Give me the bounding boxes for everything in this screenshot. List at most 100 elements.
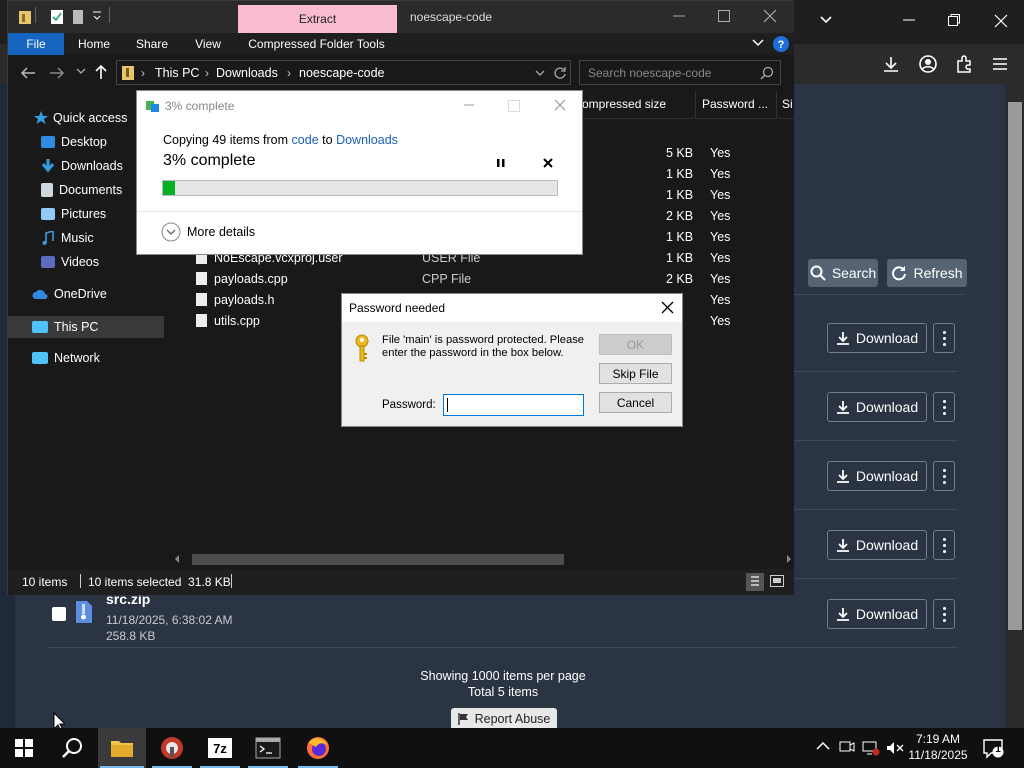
horizontal-scrollbar[interactable] <box>172 551 794 567</box>
table-row[interactable]: payloads.cpp CPP File 2 KB Yes <box>184 269 784 290</box>
close-icon[interactable] <box>554 99 566 111</box>
more-options-button[interactable] <box>933 392 955 422</box>
volume-muted-icon[interactable] <box>886 740 904 756</box>
more-options-button[interactable] <box>933 530 955 560</box>
scroll-right-icon[interactable] <box>786 555 792 563</box>
more-options-button[interactable] <box>933 599 955 629</box>
nav-item-network[interactable]: Network <box>8 348 164 368</box>
extensions-icon[interactable] <box>955 54 975 74</box>
column-compressed-size[interactable]: ompressed size <box>582 97 666 111</box>
notification-icon[interactable]: 1 <box>983 739 1005 759</box>
restore-icon[interactable] <box>948 14 960 26</box>
forward-arrow-icon[interactable] <box>49 66 65 80</box>
skip-file-button[interactable]: Skip File <box>599 363 672 384</box>
expand-ribbon-icon[interactable] <box>752 38 764 48</box>
password-input[interactable] <box>443 394 584 416</box>
tab-view[interactable]: View <box>184 33 232 55</box>
destination-link[interactable]: Downloads <box>336 133 398 147</box>
cancel-copy-icon[interactable] <box>542 157 554 169</box>
breadcrumb-this-pc[interactable]: This PC <box>155 66 199 80</box>
breadcrumb-downloads[interactable]: Downloads <box>216 66 278 80</box>
text-cursor <box>447 398 448 412</box>
tab-share[interactable]: Share <box>128 33 176 55</box>
expand-chevron-icon <box>161 222 181 242</box>
password-message: File 'main' is password protected. Pleas… <box>382 334 585 359</box>
dialog-title: 3% complete <box>165 99 235 113</box>
back-arrow-icon[interactable] <box>20 66 36 80</box>
taskbar-app-winrar[interactable] <box>148 728 196 768</box>
tab-file[interactable]: File <box>8 33 64 55</box>
pause-icon[interactable] <box>496 157 506 169</box>
search-taskbar-button[interactable] <box>48 728 96 768</box>
menu-icon[interactable] <box>991 56 1009 72</box>
nav-item-videos[interactable]: Videos <box>8 252 164 272</box>
cancel-button[interactable]: Cancel <box>599 392 672 413</box>
download-icon <box>836 539 849 552</box>
chevron-down-icon[interactable] <box>818 12 834 28</box>
column-password[interactable]: Password ... <box>702 97 768 111</box>
close-icon[interactable] <box>763 9 777 23</box>
tab-home[interactable]: Home <box>70 33 118 55</box>
taskbar-file-explorer[interactable] <box>98 728 146 768</box>
download-label: Download <box>855 399 919 415</box>
minimize-icon[interactable] <box>902 12 916 28</box>
source-link[interactable]: code <box>292 133 319 147</box>
download-button[interactable]: Download <box>827 530 927 560</box>
account-icon[interactable] <box>918 54 938 74</box>
nav-item-onedrive[interactable]: OneDrive <box>8 284 164 304</box>
refresh-button[interactable]: Refresh <box>887 259 967 287</box>
minimize-icon[interactable] <box>463 100 475 110</box>
new-folder-icon[interactable] <box>72 9 84 25</box>
scrollbar-thumb[interactable] <box>1008 102 1022 630</box>
nav-item-this-pc[interactable]: This PC <box>8 316 164 338</box>
customize-qat-icon[interactable] <box>92 10 102 22</box>
breadcrumb-noescape-code[interactable]: noescape-code <box>299 66 384 80</box>
download-icon[interactable] <box>882 55 900 73</box>
search-box[interactable]: Search noescape-code <box>579 60 781 85</box>
more-options-button[interactable] <box>933 323 955 353</box>
recent-locations-icon[interactable] <box>76 68 86 76</box>
start-button[interactable] <box>0 728 48 768</box>
file-size: 258.8 KB <box>106 629 156 643</box>
ok-button[interactable]: OK <box>599 334 672 355</box>
download-button[interactable]: Download <box>827 461 927 491</box>
zip-file-icon <box>75 600 93 624</box>
scrollbar-thumb[interactable] <box>192 554 564 565</box>
address-dropdown-icon[interactable] <box>535 70 545 78</box>
refresh-icon[interactable] <box>553 66 567 80</box>
column-size-truncated[interactable]: Si <box>782 97 793 111</box>
close-icon[interactable] <box>994 14 1008 28</box>
large-icons-view-icon[interactable] <box>770 575 784 587</box>
taskbar-firefox[interactable] <box>294 728 342 768</box>
ribbon-tabs: File Home Share View Compressed Folder T… <box>8 33 794 55</box>
folder-icon <box>18 9 32 25</box>
more-options-button[interactable] <box>933 461 955 491</box>
address-bar[interactable]: › This PC › Downloads › noescape-code <box>116 60 571 85</box>
properties-icon[interactable] <box>50 9 64 25</box>
clock[interactable]: 7:19 AM 11/18/2025 <box>906 731 970 763</box>
file-icon <box>196 314 207 327</box>
taskbar-7zip[interactable]: 7z <box>196 728 244 768</box>
close-icon[interactable] <box>661 301 674 314</box>
minimize-icon[interactable] <box>672 9 686 23</box>
download-button[interactable]: Download <box>827 392 927 422</box>
up-arrow-icon[interactable] <box>94 64 108 80</box>
report-abuse-button[interactable]: Report Abuse <box>451 708 557 730</box>
show-hidden-icons-icon[interactable] <box>816 741 830 751</box>
flag-icon <box>457 713 468 725</box>
download-button[interactable]: Download <box>827 599 927 629</box>
more-details-toggle[interactable]: More details <box>161 222 255 242</box>
maximize-icon[interactable] <box>718 10 730 22</box>
details-view-icon[interactable] <box>746 573 764 591</box>
svg-text:?: ? <box>778 39 785 51</box>
extract-context-tab[interactable]: Extract <box>238 5 397 33</box>
search-button[interactable]: Search <box>808 259 878 287</box>
scroll-left-icon[interactable] <box>174 555 180 563</box>
tab-compressed-folder-tools[interactable]: Compressed Folder Tools <box>244 33 389 55</box>
webcam-icon[interactable] <box>839 740 855 756</box>
taskbar-terminal[interactable] <box>244 728 292 768</box>
download-button[interactable]: Download <box>827 323 927 353</box>
file-checkbox[interactable] <box>52 607 66 621</box>
network-status-icon[interactable] <box>862 740 880 756</box>
help-icon[interactable]: ? <box>773 36 789 52</box>
